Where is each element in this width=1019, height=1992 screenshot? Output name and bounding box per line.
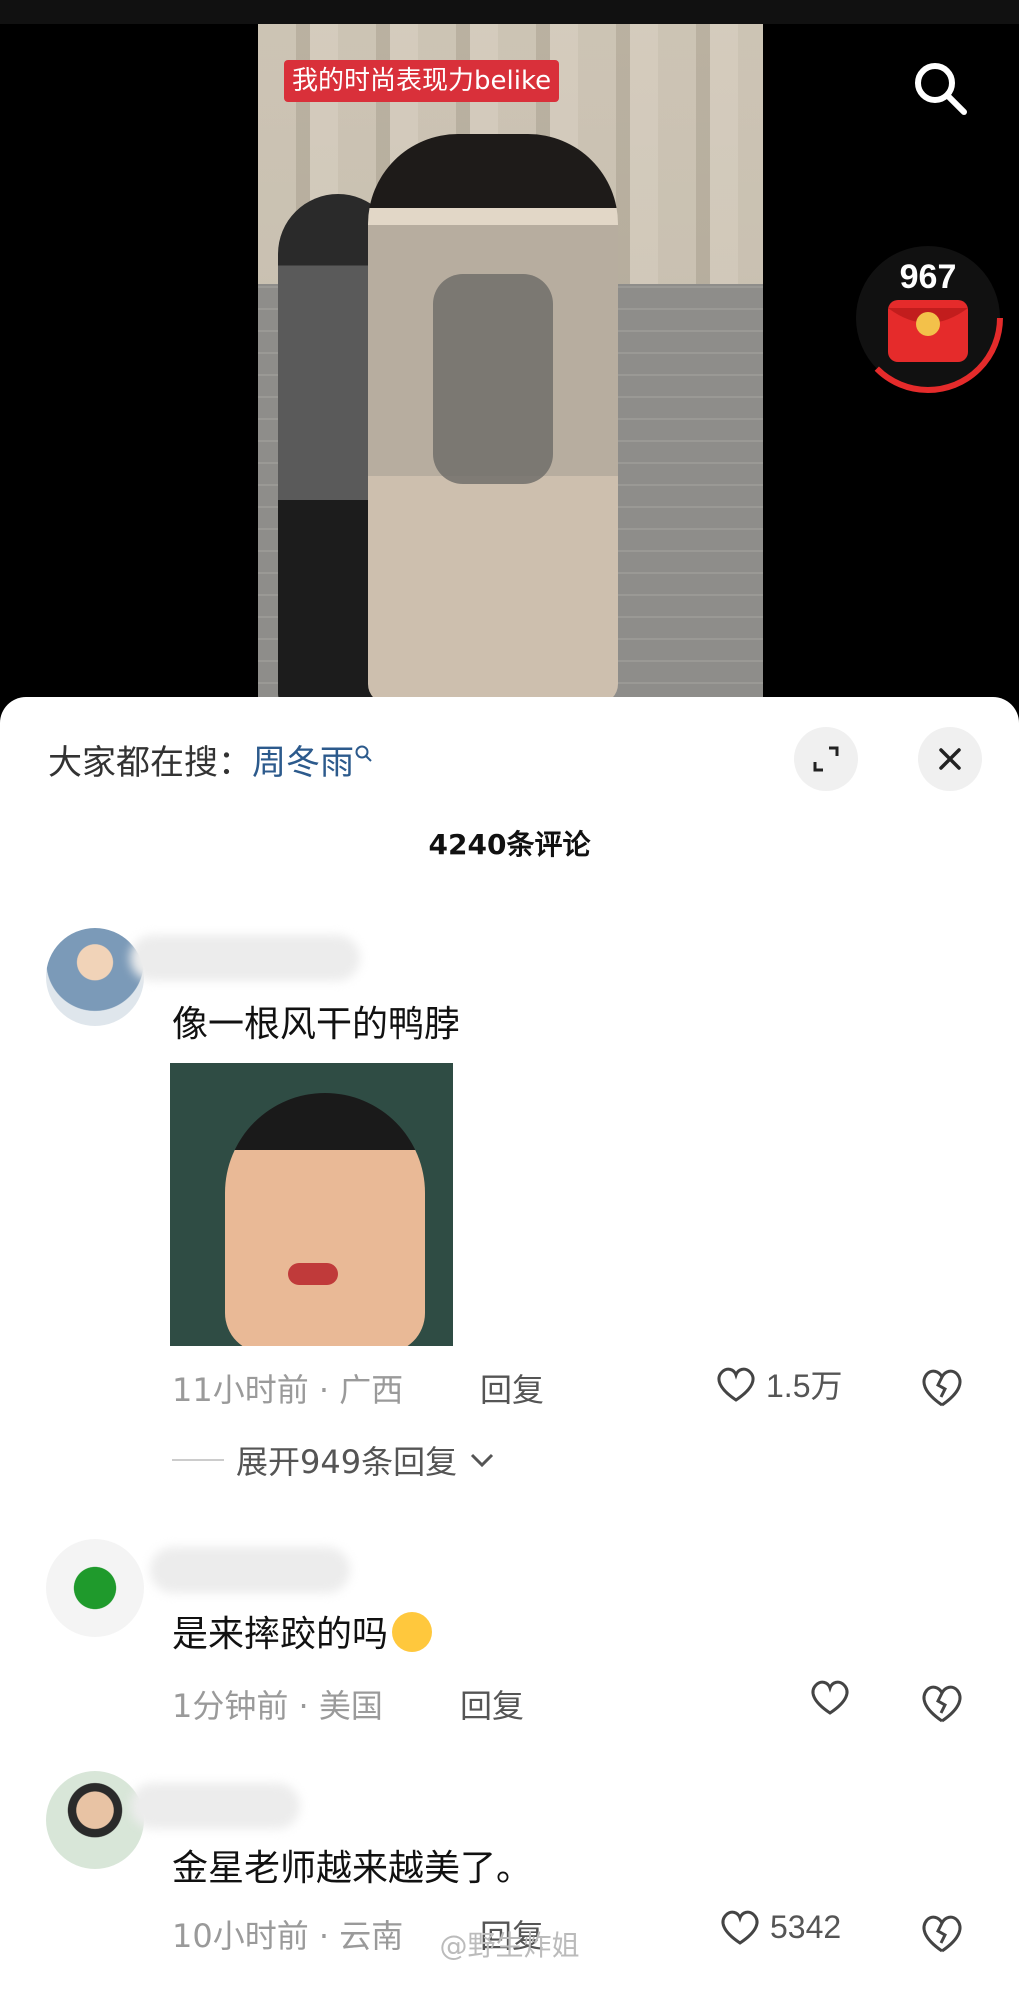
comment-text: 像一根风干的鸭脖 — [172, 1004, 461, 1045]
expand-button[interactable] — [794, 727, 858, 791]
comment-meta: 11小时前 · 广西 — [172, 1371, 404, 1409]
expand-replies-button[interactable]: 展开949条回复 — [172, 1437, 495, 1483]
expand-replies-label: 展开949条回复 — [236, 1443, 458, 1481]
broken-heart-icon[interactable] — [918, 1681, 966, 1725]
sticker-face — [225, 1093, 425, 1346]
expand-icon — [813, 746, 839, 772]
status-strip — [0, 0, 1019, 24]
video-player[interactable] — [258, 24, 763, 700]
sticker-mouth — [288, 1263, 338, 1285]
heart-icon — [717, 1367, 755, 1402]
laughing-crying-emoji-icon — [392, 1612, 433, 1652]
small-search-icon — [355, 745, 372, 762]
heart-icon — [811, 1680, 849, 1715]
trending-prefix: 大家都在搜： — [48, 743, 252, 783]
comment-time: 11小时前 — [172, 1371, 309, 1409]
comment-count-title: 4240条评论 — [428, 828, 591, 861]
divider-line — [172, 1459, 224, 1461]
reward-count: 967 — [899, 258, 957, 296]
like-count: 1.5万 — [766, 1368, 843, 1404]
broken-heart-icon[interactable] — [918, 1365, 966, 1409]
watermark: @野生炸姐 — [439, 1929, 580, 1962]
comment-time: 1分钟前 — [172, 1687, 289, 1725]
chevron-down-icon — [471, 1453, 494, 1468]
username-blurred — [130, 935, 360, 981]
like-button[interactable]: 1.5万 — [714, 1361, 843, 1407]
comment-text: 是来摔跤的吗 — [172, 1605, 433, 1657]
comments-panel: 大家都在搜：周冬雨 4240条评论 像一根风干的鸭脖 11小时前 · 广西 回复… — [0, 697, 1019, 1992]
username-blurred — [150, 1547, 350, 1593]
avatar[interactable] — [46, 1771, 144, 1869]
trending-term[interactable]: 周冬雨 — [252, 743, 374, 783]
close-icon — [939, 748, 961, 770]
search-icon[interactable] — [910, 58, 970, 118]
avatar[interactable] — [46, 928, 144, 1026]
comment-location: 广西 — [339, 1371, 404, 1409]
video-dress-bow — [433, 274, 553, 484]
avatar[interactable] — [46, 1539, 144, 1637]
trending-search[interactable]: 大家都在搜：周冬雨 — [48, 735, 374, 784]
close-button[interactable] — [918, 727, 982, 791]
comment-sticker-image[interactable] — [170, 1063, 453, 1346]
comment-text: 金星老师越来越美了。 — [172, 1848, 533, 1889]
reply-button[interactable]: 回复 — [480, 1365, 544, 1411]
like-button[interactable] — [808, 1677, 852, 1717]
reply-button[interactable]: 回复 — [460, 1681, 524, 1727]
comment-meta: 1分钟前 · 美国 — [172, 1687, 383, 1725]
username-blurred — [130, 1783, 300, 1829]
comment-location: 美国 — [318, 1687, 383, 1725]
video-caption: 我的时尚表现力belike — [284, 60, 560, 102]
